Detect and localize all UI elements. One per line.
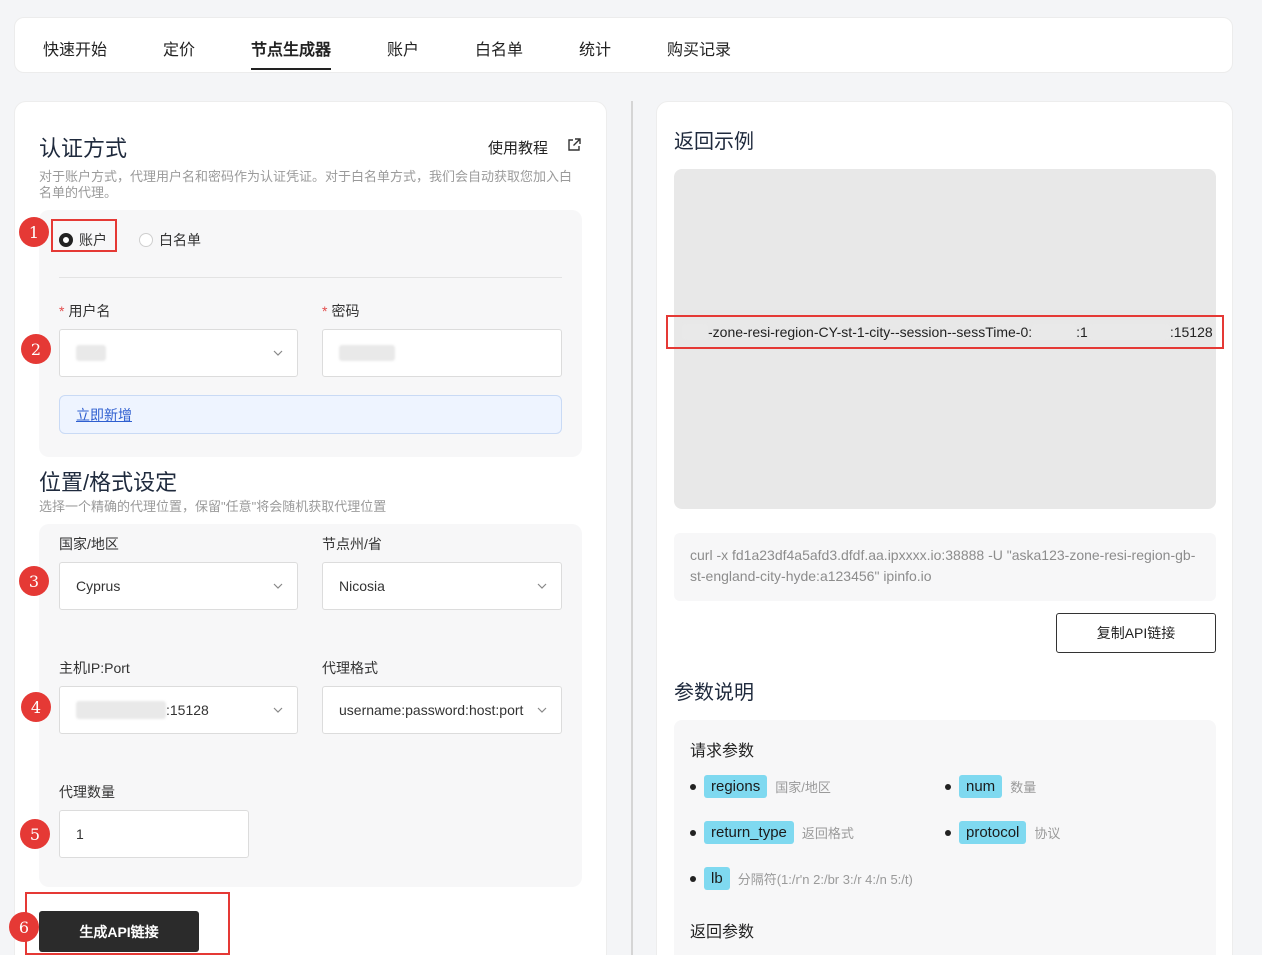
example-line-middle-2: :1 [1076, 324, 1088, 340]
param-desc: 协议 [1034, 826, 1061, 841]
param-item: num 数量 [945, 775, 1036, 798]
param-name: num [959, 775, 1003, 798]
format-value: username:password:host:port [339, 702, 524, 718]
param-desc: 分隔符(1:/r'n 2:/br 3:/r 4:/n 5:/t) [737, 872, 913, 887]
tab-node-generator[interactable]: 节点生成器 [251, 36, 332, 70]
request-params-title: 请求参数 [690, 743, 755, 760]
state-label: 节点州/省 [322, 536, 382, 552]
param-item: regions 国家/地区 [690, 775, 831, 798]
example-line-end: :15128 [1169, 324, 1213, 340]
host-label: 主机IP:Port [59, 660, 130, 676]
example-proxy-line: -zone-resi-region-CY-st-1-city--session-… [666, 315, 1224, 349]
state-select[interactable]: Nicosia [322, 562, 562, 610]
password-label: * 密码 [322, 303, 360, 319]
param-name: return_type [704, 821, 794, 844]
param-desc: 国家/地区 [775, 780, 831, 795]
highlight-frame-generate [25, 892, 230, 955]
curl-example: curl -x fd1a23df4a5afd3.dfdf.aa.ipxxxx.i… [674, 533, 1216, 601]
chevron-down-icon [273, 707, 283, 713]
param-item: return_type 返回格式 [690, 821, 854, 844]
country-label: 国家/地区 [59, 536, 119, 552]
response-params-title: 返回参数 [690, 924, 755, 941]
step-marker-4: 4 [21, 692, 51, 722]
quantity-input[interactable]: 1 [59, 810, 249, 858]
add-now-box: 立即新增 [59, 395, 562, 434]
tab-purchase-history[interactable]: 购买记录 [667, 36, 731, 60]
param-item: lb 分隔符(1:/r'n 2:/br 3:/r 4:/n 5:/t) [690, 867, 913, 890]
host-port-value: :15128 [166, 702, 209, 718]
state-value: Nicosia [339, 578, 385, 594]
tab-account[interactable]: 账户 [387, 36, 419, 60]
tab-whitelist[interactable]: 白名单 [475, 36, 523, 60]
chevron-down-icon [537, 707, 547, 713]
param-name: lb [704, 867, 730, 890]
param-desc: 数量 [1010, 780, 1037, 795]
username-redacted [76, 345, 106, 361]
location-title: 位置/格式设定 [39, 470, 178, 495]
country-select[interactable]: Cyprus [59, 562, 298, 610]
tutorial-link[interactable]: 使用教程 [488, 137, 548, 158]
add-now-link[interactable]: 立即新增 [76, 405, 132, 425]
chevron-down-icon [273, 350, 283, 356]
step-marker-2: 2 [21, 334, 51, 364]
params-title: 参数说明 [674, 682, 754, 704]
example-title: 返回示例 [674, 131, 754, 153]
tab-quick-start[interactable]: 快速开始 [43, 36, 107, 60]
form-separator [59, 277, 562, 278]
username-label: * 用户名 [59, 303, 111, 319]
param-item: protocol 协议 [945, 821, 1060, 844]
redacted-prefix [682, 324, 708, 340]
host-ip-redacted [76, 701, 166, 719]
step-marker-6: 6 [9, 912, 39, 942]
step-marker-1: 1 [19, 217, 49, 247]
auth-title: 认证方式 [39, 136, 128, 161]
host-select[interactable]: :15128 [59, 686, 298, 734]
format-select[interactable]: username:password:host:port [322, 686, 562, 734]
tab-statistics[interactable]: 统计 [579, 36, 611, 60]
location-description: 选择一个精确的代理位置，保留"任意"将会随机获取代理位置 [39, 499, 387, 514]
quantity-label: 代理数量 [59, 784, 115, 800]
quantity-value: 1 [76, 826, 84, 842]
step-marker-3: 3 [19, 566, 49, 596]
tab-pricing[interactable]: 定价 [163, 36, 195, 60]
username-select[interactable] [59, 329, 298, 377]
example-line-middle: -zone-resi-region-CY-st-1-city--session-… [708, 324, 1033, 340]
password-redacted [339, 345, 395, 361]
step-marker-5: 5 [20, 819, 50, 849]
external-link-icon[interactable] [567, 138, 581, 152]
param-name: regions [704, 775, 768, 798]
param-name: protocol [959, 821, 1027, 844]
password-field[interactable] [322, 329, 562, 377]
highlight-frame-account [51, 219, 117, 252]
chevron-down-icon [537, 583, 547, 589]
top-tab-bar: 快速开始 定价 节点生成器 账户 白名单 统计 购买记录 [14, 17, 1233, 73]
redacted-session [1032, 324, 1077, 340]
radio-unchecked-icon [139, 233, 153, 247]
radio-whitelist[interactable]: 白名单 [139, 230, 201, 250]
panel-divider [631, 101, 633, 955]
auth-description: 对于账户方式，代理用户名和密码作为认证凭证。对于白名单方式，我们会自动获取您加入… [39, 169, 573, 200]
redacted-host [1087, 324, 1170, 340]
chevron-down-icon [273, 583, 283, 589]
country-value: Cyprus [76, 578, 121, 594]
format-label: 代理格式 [322, 660, 378, 676]
radio-whitelist-label: 白名单 [159, 232, 201, 248]
param-desc: 返回格式 [801, 826, 854, 841]
copy-api-link-button[interactable]: 复制API链接 [1056, 613, 1216, 653]
